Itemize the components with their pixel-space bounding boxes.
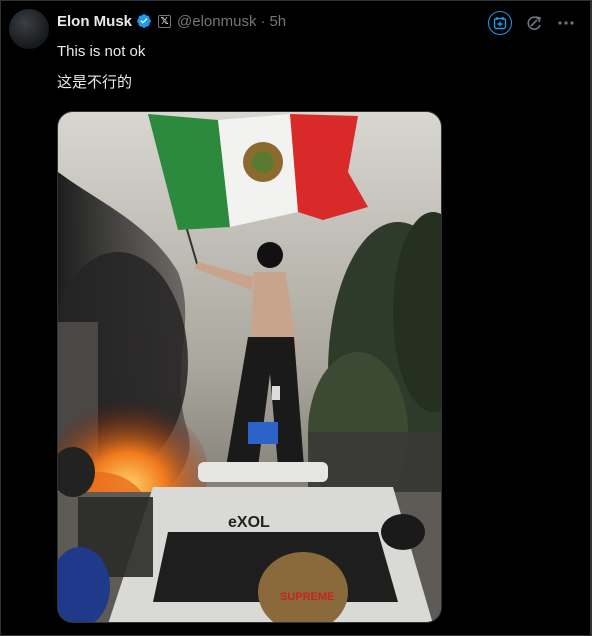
post-header: Elon Musk 𝕏 @elonmusk · 5h <box>57 11 286 31</box>
car-graffiti-text: eXOL <box>228 514 270 531</box>
post-text-english: This is not ok <box>57 43 146 60</box>
refresh-icon <box>527 16 541 30</box>
post-actions <box>488 11 576 35</box>
x-affiliate-icon: 𝕏 <box>158 14 172 28</box>
avatar[interactable] <box>9 9 49 49</box>
grok-button[interactable] <box>488 11 512 35</box>
author-name[interactable]: Elon Musk <box>57 13 132 30</box>
post-text-chinese: 这是不行的 <box>57 73 133 91</box>
post-media-photo[interactable]: eXOL SUPREME <box>57 111 442 623</box>
author-handle[interactable]: @elonmusk <box>177 13 256 30</box>
more-icon <box>558 21 574 25</box>
post-timestamp[interactable]: 5h <box>269 13 286 30</box>
grok-icon <box>493 17 507 30</box>
separator-dot: · <box>260 12 266 30</box>
verified-badge-icon <box>137 14 151 28</box>
cap-text: SUPREME <box>280 591 334 603</box>
refresh-button[interactable] <box>524 13 544 33</box>
protest-photo: eXOL SUPREME <box>58 112 441 622</box>
mexican-flag <box>148 114 368 230</box>
more-button[interactable] <box>556 13 576 33</box>
